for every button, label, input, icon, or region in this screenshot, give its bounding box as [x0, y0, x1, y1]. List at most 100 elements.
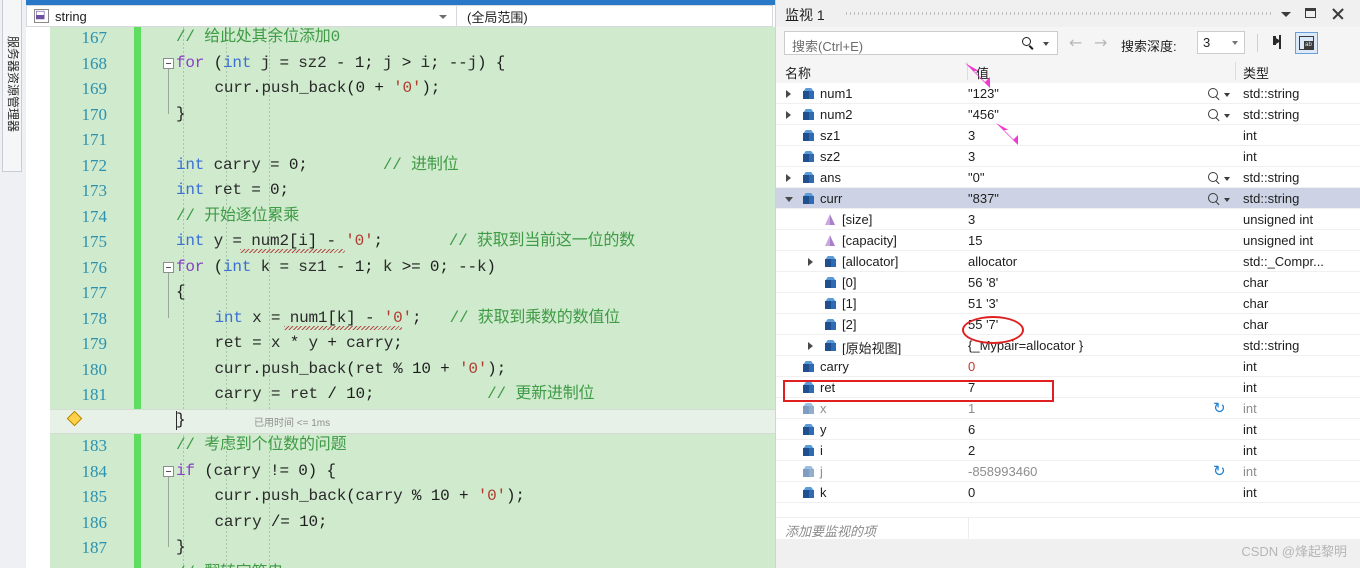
- code-line: 173 int ret = 0;: [26, 178, 775, 204]
- search-depth-dropdown[interactable]: 3: [1197, 31, 1245, 54]
- watch-row[interactable]: [2] 55 '7' char: [776, 314, 1360, 335]
- watch-row-value[interactable]: 1: [968, 401, 975, 416]
- watch-row-value[interactable]: 2: [968, 443, 975, 458]
- watch-row[interactable]: [1] 51 '3' char: [776, 293, 1360, 314]
- watch-row-type: int: [1243, 422, 1257, 437]
- watch-row[interactable]: curr "837" std::string: [776, 188, 1360, 209]
- watch-row[interactable]: [allocator] allocator std::_Compr...: [776, 251, 1360, 272]
- collapse-region-icon[interactable]: [163, 57, 174, 69]
- visualizer-magnifier-icon[interactable]: [1208, 108, 1232, 122]
- watch-row-type: unsigned int: [1243, 212, 1314, 227]
- watch-row[interactable]: [size] 3 unsigned int: [776, 209, 1360, 230]
- watch-row-value[interactable]: 51 '3': [968, 296, 998, 311]
- hexadecimal-display-button[interactable]: ab: [1295, 32, 1318, 54]
- watch-row[interactable]: [原始视图] {_Mypair=allocator } std::string: [776, 335, 1360, 356]
- watch-row-value[interactable]: -858993460: [968, 464, 1037, 479]
- title-drag-dots[interactable]: [846, 12, 1271, 15]
- close-button[interactable]: [1328, 4, 1348, 23]
- current-execution-pointer-icon[interactable]: [66, 410, 83, 427]
- expand-triangle-icon[interactable]: [785, 90, 793, 98]
- member-scope-dropdown[interactable]: (全局范围): [457, 5, 773, 27]
- watch-row[interactable]: carry 0 int: [776, 356, 1360, 377]
- watch-row[interactable]: j -858993460 ↻ int: [776, 461, 1360, 482]
- code-text: int ret = 0;: [176, 181, 289, 199]
- left-dock-strip: 服务器资源管理器: [0, 0, 27, 568]
- code-line: 182已用时间 <= 1ms}: [26, 408, 775, 434]
- line-number: 188: [52, 561, 108, 568]
- watch-row-name: [1]: [842, 296, 857, 311]
- code-text: int carry = 0; // 进制位: [176, 155, 459, 174]
- code-line: 185 curr.push_back(carry % 10 + '0');: [26, 484, 775, 510]
- watch-row-value[interactable]: 3: [968, 149, 975, 164]
- expand-triangle-icon[interactable]: [785, 111, 793, 119]
- code-text: }: [176, 410, 186, 429]
- watch-row-value[interactable]: 0: [968, 359, 975, 374]
- search-input[interactable]: 搜索(Ctrl+E): [784, 31, 1058, 55]
- window-menu-button[interactable]: [1276, 4, 1296, 23]
- server-explorer-tab-label: 服务器资源管理器: [6, 35, 20, 132]
- code-text: // 翻转字符串: [176, 561, 283, 568]
- watch-row[interactable]: sz2 3 int: [776, 146, 1360, 167]
- watch-row-value[interactable]: 3: [968, 128, 975, 143]
- expand-triangle-icon[interactable]: [785, 174, 793, 182]
- pin-toolbar-button[interactable]: [1268, 32, 1291, 54]
- code-surface[interactable]: 167 // 给此处其余位添加0 168 for (int j = sz2 - 1; …: [26, 27, 775, 568]
- watch-row-value[interactable]: allocator: [968, 254, 1017, 269]
- error-squiggle: [284, 325, 402, 330]
- search-next-button[interactable]: →: [1094, 35, 1107, 51]
- code-line: 167 // 给此处其余位添加0: [26, 27, 775, 51]
- column-header-type[interactable]: 类型: [1243, 63, 1269, 82]
- visualizer-magnifier-icon[interactable]: [1208, 87, 1232, 101]
- search-placeholder: 搜索(Ctrl+E): [792, 39, 864, 54]
- visualizer-magnifier-icon[interactable]: [1208, 171, 1232, 185]
- watch-row-value[interactable]: "837": [968, 191, 999, 206]
- row-divider: [776, 502, 1360, 503]
- search-options-chevron-icon[interactable]: [1043, 42, 1049, 46]
- code-text: if (carry != 0) {: [176, 461, 336, 480]
- watch-row[interactable]: sz1 3 int: [776, 125, 1360, 146]
- code-line: 179 ret = x * y + carry;: [26, 331, 775, 357]
- watch-row[interactable]: i 2 int: [776, 440, 1360, 461]
- watch-row[interactable]: y 6 int: [776, 419, 1360, 440]
- maximize-button[interactable]: [1301, 4, 1321, 23]
- watch-row[interactable]: num2 "456" std::string: [776, 104, 1360, 125]
- watch-row-name: curr: [820, 191, 843, 206]
- collapse-triangle-icon[interactable]: [785, 195, 793, 203]
- cube-icon: [802, 193, 815, 205]
- collapse-region-icon[interactable]: [163, 465, 174, 477]
- search-icon[interactable]: [1022, 37, 1035, 50]
- column-header-name[interactable]: 名称: [785, 63, 811, 82]
- watch-row[interactable]: [0] 56 '8' char: [776, 272, 1360, 293]
- line-number: 181: [81, 385, 108, 404]
- watch-variable-grid[interactable]: num1 "123" std::string num2 "456" std::string…: [776, 83, 1360, 517]
- watch-row-value[interactable]: 6: [968, 422, 975, 437]
- code-text: curr.push_back(0 + '0');: [214, 79, 441, 97]
- watch-row[interactable]: ans "0" std::string: [776, 167, 1360, 188]
- add-watch-row[interactable]: 添加要监视的项: [776, 517, 1360, 540]
- collapse-region-icon[interactable]: [163, 261, 174, 273]
- refresh-value-icon[interactable]: ↻: [1213, 464, 1227, 479]
- watch-row-value[interactable]: 56 '8': [968, 275, 998, 290]
- line-number: 168: [81, 53, 108, 73]
- watch-row-value[interactable]: 3: [968, 212, 975, 227]
- watch-row-value[interactable]: 15: [968, 233, 982, 248]
- watch-row[interactable]: num1 "123" std::string: [776, 83, 1360, 104]
- search-previous-button[interactable]: ←: [1069, 35, 1082, 51]
- server-explorer-tab[interactable]: 服务器资源管理器: [2, 0, 22, 172]
- watch-row-type: char: [1243, 296, 1269, 311]
- watch-row-value[interactable]: 0: [968, 485, 975, 500]
- refresh-value-icon[interactable]: ↻: [1213, 401, 1227, 416]
- code-text: // 给此处其余位添加0: [176, 28, 341, 46]
- code-lines: 167 // 给此处其余位添加0 168 for (int j = sz2 - 1; …: [26, 27, 775, 568]
- search-depth-value: 3: [1203, 35, 1211, 50]
- watch-row-type: int: [1243, 380, 1257, 395]
- watch-row-value[interactable]: "0": [968, 170, 984, 185]
- visualizer-magnifier-icon[interactable]: [1208, 192, 1232, 206]
- current-statement-line: [50, 408, 775, 434]
- watch-row-name: y: [820, 422, 827, 437]
- expand-triangle-icon[interactable]: [807, 342, 815, 350]
- watch-row[interactable]: [capacity] 15 unsigned int: [776, 230, 1360, 251]
- type-scope-dropdown[interactable]: ⬓ string: [26, 5, 457, 27]
- expand-triangle-icon[interactable]: [807, 258, 815, 266]
- watch-row[interactable]: k 0 int: [776, 482, 1360, 503]
